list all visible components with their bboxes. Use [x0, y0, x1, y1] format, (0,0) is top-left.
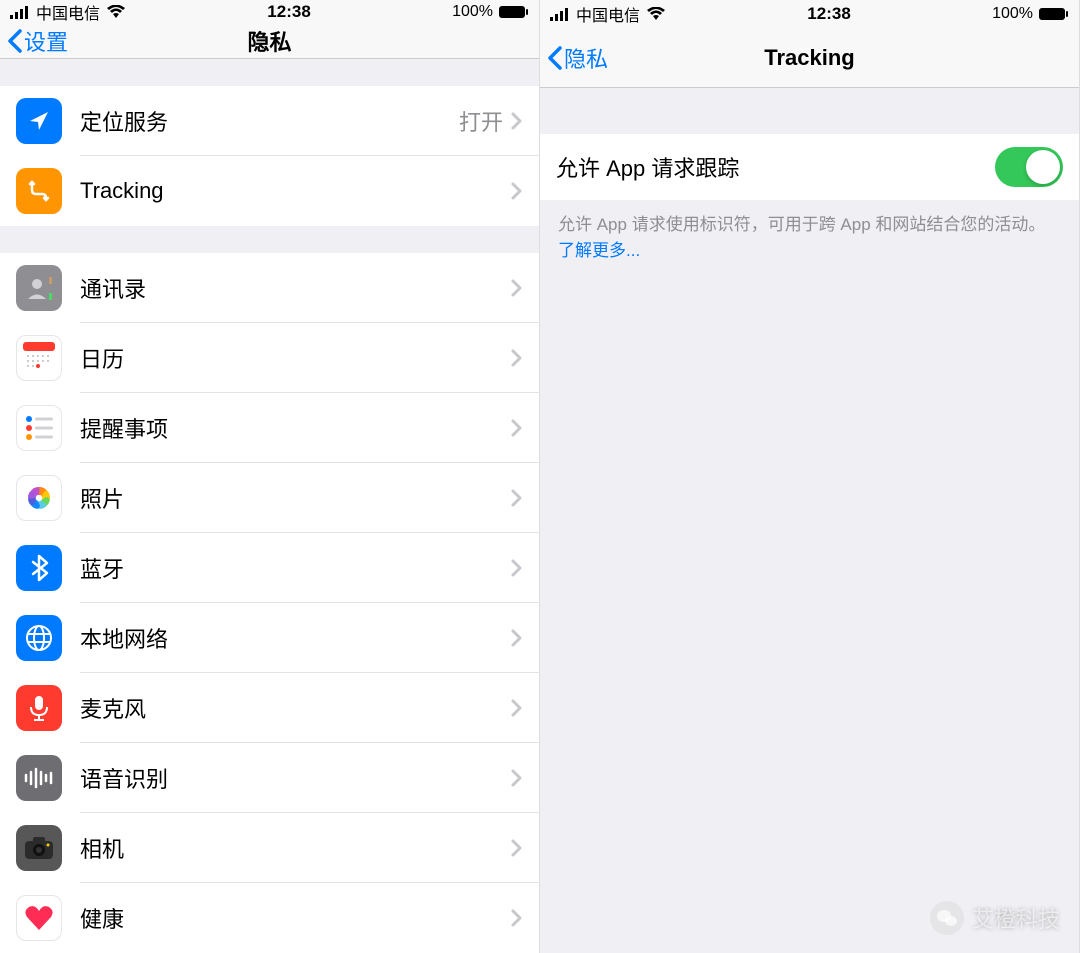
signal-icon	[10, 5, 30, 19]
health-icon	[16, 895, 62, 941]
chevron-right-icon	[511, 629, 523, 647]
row-calendar[interactable]: 日历	[0, 323, 539, 393]
row-group-2: 通讯录 日历 提醒事项 照片	[0, 253, 539, 953]
photos-icon	[16, 475, 62, 521]
row-location-services[interactable]: 定位服务 打开	[0, 86, 539, 156]
chevron-right-icon	[511, 112, 523, 130]
row-group-1: 定位服务 打开 Tracking	[0, 86, 539, 226]
row-local-network[interactable]: 本地网络	[0, 603, 539, 673]
back-button[interactable]: 设置	[0, 25, 68, 57]
battery-icon	[1039, 7, 1069, 21]
status-bar: 中国电信 12:38 100%	[540, 0, 1079, 28]
section-gap	[540, 88, 1079, 134]
chevron-right-icon	[511, 182, 523, 200]
row-microphone[interactable]: 麦克风	[0, 673, 539, 743]
row-speech-recognition[interactable]: 语音识别	[0, 743, 539, 813]
footer-body: 允许 App 请求使用标识符，可用于跨 App 和网站结合您的活动。	[558, 215, 1045, 234]
chevron-left-icon	[546, 46, 562, 70]
row-label: 日历	[80, 342, 511, 374]
page-title: Tracking	[540, 45, 1079, 71]
location-icon	[16, 98, 62, 144]
learn-more-link[interactable]: 了解更多...	[558, 241, 640, 260]
back-button[interactable]: 隐私	[540, 42, 608, 74]
calendar-icon	[16, 335, 62, 381]
row-photos[interactable]: 照片	[0, 463, 539, 533]
phone-left: 中国电信 12:38 100% 设置 隐私 定位服务 打	[0, 0, 540, 953]
row-label: 定位服务	[80, 105, 459, 137]
chevron-right-icon	[511, 769, 523, 787]
nav-bar: 设置 隐私	[0, 24, 539, 59]
reminders-icon	[16, 405, 62, 451]
row-group-toggle: 允许 App 请求跟踪	[540, 134, 1079, 200]
chevron-left-icon	[6, 29, 22, 53]
wifi-icon	[646, 7, 666, 21]
row-label: 本地网络	[80, 622, 511, 654]
row-tracking[interactable]: Tracking	[0, 156, 539, 226]
chevron-right-icon	[511, 489, 523, 507]
row-label: 蓝牙	[80, 552, 511, 584]
back-label: 隐私	[564, 42, 608, 74]
wifi-icon	[106, 5, 126, 19]
section-gap	[0, 226, 539, 253]
row-label: 麦克风	[80, 692, 511, 724]
chevron-right-icon	[511, 909, 523, 927]
clock-label: 12:38	[267, 2, 310, 22]
back-label: 设置	[24, 25, 68, 57]
row-contacts[interactable]: 通讯录	[0, 253, 539, 323]
row-allow-tracking[interactable]: 允许 App 请求跟踪	[540, 134, 1079, 200]
tracking-icon	[16, 168, 62, 214]
battery-percent-label: 100%	[992, 5, 1033, 23]
row-label: 照片	[80, 482, 511, 514]
carrier-label: 中国电信	[36, 0, 100, 24]
tracking-toggle[interactable]	[995, 147, 1063, 187]
chevron-right-icon	[511, 559, 523, 577]
page-title: 隐私	[0, 25, 539, 57]
carrier-label: 中国电信	[576, 2, 640, 26]
row-value: 打开	[459, 105, 503, 137]
chevron-right-icon	[511, 699, 523, 717]
toggle-knob	[1026, 150, 1060, 184]
contacts-icon	[16, 265, 62, 311]
row-label: 通讯录	[80, 272, 511, 304]
row-health[interactable]: 健康	[0, 883, 539, 953]
row-label: 提醒事项	[80, 412, 511, 444]
row-camera[interactable]: 相机	[0, 813, 539, 883]
row-reminders[interactable]: 提醒事项	[0, 393, 539, 463]
chevron-right-icon	[511, 349, 523, 367]
row-label: 语音识别	[80, 762, 511, 794]
status-bar: 中国电信 12:38 100%	[0, 0, 539, 24]
camera-icon	[16, 825, 62, 871]
microphone-icon	[16, 685, 62, 731]
chevron-right-icon	[511, 279, 523, 297]
row-label: 相机	[80, 832, 511, 864]
bluetooth-icon	[16, 545, 62, 591]
battery-icon	[499, 5, 529, 19]
row-label: 健康	[80, 902, 511, 934]
footer-text: 允许 App 请求使用标识符，可用于跨 App 和网站结合您的活动。 了解更多.…	[540, 200, 1079, 275]
nav-bar: 隐私 Tracking	[540, 28, 1079, 88]
network-icon	[16, 615, 62, 661]
signal-icon	[550, 7, 570, 21]
phone-right: 中国电信 12:38 100% 隐私 Tracking 允许 App 请求跟踪	[540, 0, 1080, 953]
speech-icon	[16, 755, 62, 801]
section-gap	[0, 59, 539, 86]
row-label: Tracking	[80, 178, 511, 204]
toggle-label: 允许 App 请求跟踪	[556, 151, 995, 183]
chevron-right-icon	[511, 419, 523, 437]
clock-label: 12:38	[807, 4, 850, 24]
chevron-right-icon	[511, 839, 523, 857]
battery-percent-label: 100%	[452, 3, 493, 21]
row-bluetooth[interactable]: 蓝牙	[0, 533, 539, 603]
